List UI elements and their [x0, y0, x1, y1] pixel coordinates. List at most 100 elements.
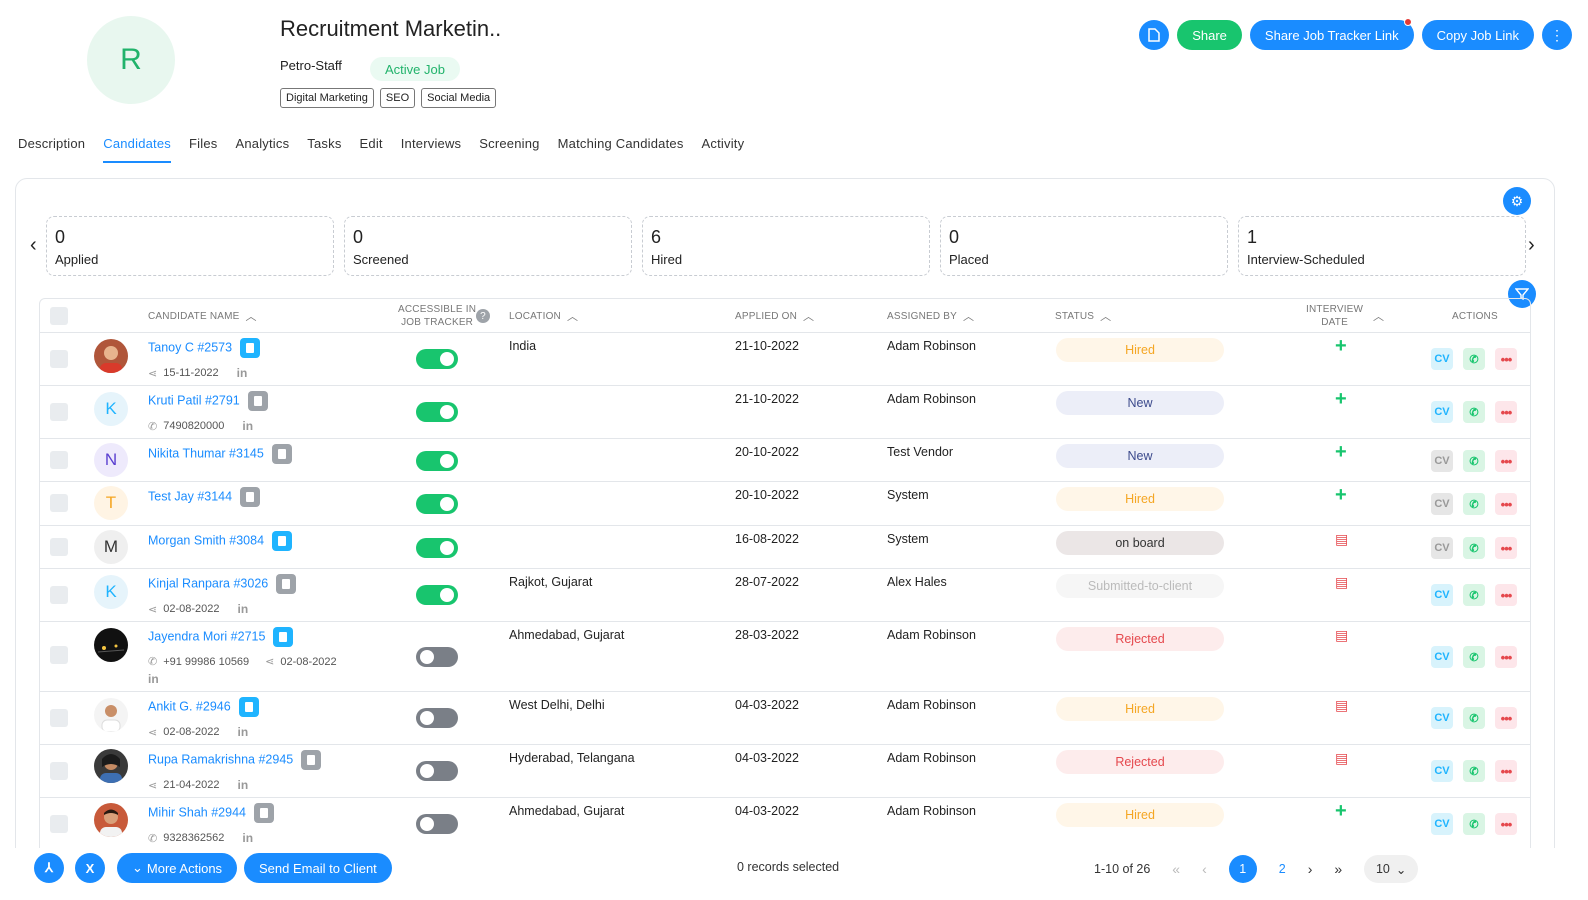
cv-icon[interactable]: CV [1431, 760, 1453, 782]
col-status[interactable]: Status ︿ [1055, 299, 1111, 333]
tracker-toggle[interactable] [416, 647, 458, 667]
linkedin-icon[interactable]: in [242, 831, 253, 845]
status-badge[interactable]: New [1056, 391, 1224, 415]
stat-applied[interactable]: 0 Applied [46, 216, 334, 276]
row-checkbox[interactable] [50, 762, 68, 780]
more-horizontal-icon[interactable]: ••• [1495, 707, 1517, 729]
row-checkbox[interactable] [50, 586, 68, 604]
row-checkbox[interactable] [50, 494, 68, 512]
copy-job-link-button[interactable]: Copy Job Link [1421, 20, 1534, 50]
stat-interview-scheduled[interactable]: 1 Interview-Scheduled [1238, 216, 1526, 276]
tab-activity[interactable]: Activity [702, 136, 745, 163]
tracker-toggle[interactable] [416, 814, 458, 834]
col-interview-date[interactable]: Interview Date [1306, 299, 1363, 333]
calendar-icon[interactable]: ▤ [1335, 627, 1348, 644]
pdf-export-icon[interactable]: ⅄ [34, 853, 64, 883]
add-interview-icon[interactable]: + [1335, 800, 1347, 823]
resume-icon[interactable] [238, 697, 259, 717]
cv-icon[interactable]: CV [1431, 348, 1453, 370]
page-1-button[interactable]: 1 [1228, 855, 1257, 883]
page-2-button[interactable]: 2 [1279, 862, 1286, 876]
tracker-toggle[interactable] [416, 451, 458, 471]
more-horizontal-icon[interactable]: ••• [1495, 450, 1517, 472]
gear-icon[interactable]: ⚙ [1503, 187, 1531, 215]
add-interview-icon[interactable]: + [1335, 335, 1347, 358]
tab-matching-candidates[interactable]: Matching Candidates [558, 136, 684, 163]
tracker-toggle[interactable] [416, 402, 458, 422]
row-checkbox[interactable] [50, 709, 68, 727]
linkedin-icon[interactable]: in [238, 602, 249, 616]
status-badge[interactable]: Hired [1056, 487, 1224, 511]
status-badge[interactable]: Rejected [1056, 750, 1224, 774]
resume-icon[interactable] [271, 444, 292, 464]
phone-icon[interactable]: ✆ [1463, 450, 1485, 472]
stat-screened[interactable]: 0 Screened [344, 216, 632, 276]
send-email-client-button[interactable]: Send Email to Client [244, 853, 392, 883]
status-badge[interactable]: Rejected [1056, 627, 1224, 651]
add-interview-icon[interactable]: + [1335, 388, 1347, 411]
status-badge[interactable]: on board [1056, 531, 1224, 555]
more-horizontal-icon[interactable]: ••• [1495, 348, 1517, 370]
more-horizontal-icon[interactable]: ••• [1495, 646, 1517, 668]
phone-icon[interactable]: ✆ [1463, 537, 1485, 559]
cv-icon[interactable]: CV [1431, 401, 1453, 423]
more-horizontal-icon[interactable]: ••• [1495, 401, 1517, 423]
phone-icon[interactable]: ✆ [1463, 707, 1485, 729]
calendar-icon[interactable]: ▤ [1335, 750, 1348, 767]
tracker-toggle[interactable] [416, 538, 458, 558]
more-horizontal-icon[interactable]: ••• [1495, 813, 1517, 835]
phone-icon[interactable]: ✆ [1463, 760, 1485, 782]
cv-icon[interactable]: CV [1431, 813, 1453, 835]
candidate-name-link[interactable]: Kruti Patil #2791 [148, 393, 240, 407]
help-icon[interactable]: ? [476, 309, 490, 323]
tab-screening[interactable]: Screening [479, 136, 539, 163]
candidate-name-link[interactable]: Test Jay #3144 [148, 489, 232, 503]
cv-icon[interactable]: CV [1431, 450, 1453, 472]
cv-icon[interactable]: CV [1431, 584, 1453, 606]
more-horizontal-icon[interactable]: ••• [1495, 584, 1517, 606]
chevron-right-icon[interactable]: › [1528, 234, 1535, 257]
document-icon[interactable] [1139, 20, 1170, 50]
stat-placed[interactable]: 0 Placed [940, 216, 1228, 276]
tracker-toggle[interactable] [416, 494, 458, 514]
candidate-name-link[interactable]: Mihir Shah #2944 [148, 805, 246, 819]
select-all-checkbox[interactable] [50, 307, 68, 325]
row-checkbox[interactable] [50, 646, 68, 664]
col-candidate-name[interactable]: Candidate Name ︿ [148, 299, 257, 333]
linkedin-icon[interactable]: in [148, 672, 159, 686]
calendar-icon[interactable]: ▤ [1335, 574, 1348, 591]
status-badge[interactable]: Hired [1056, 803, 1224, 827]
more-horizontal-icon[interactable]: ••• [1495, 537, 1517, 559]
first-page-icon[interactable]: « [1172, 861, 1180, 877]
cv-icon[interactable]: CV [1431, 646, 1453, 668]
row-checkbox[interactable] [50, 815, 68, 833]
candidate-name-link[interactable]: Rupa Ramakrishna #2945 [148, 752, 293, 766]
phone-icon[interactable]: ✆ [1463, 348, 1485, 370]
prev-page-icon[interactable]: ‹ [1202, 861, 1207, 877]
phone-icon[interactable]: ✆ [1463, 813, 1485, 835]
cv-icon[interactable]: CV [1431, 537, 1453, 559]
row-checkbox[interactable] [50, 451, 68, 469]
linkedin-icon[interactable]: in [242, 419, 253, 433]
status-badge[interactable]: Hired [1056, 697, 1224, 721]
col-location[interactable]: Location ︿ [509, 299, 578, 333]
last-page-icon[interactable]: » [1334, 861, 1342, 877]
excel-export-icon[interactable]: X [75, 853, 105, 883]
linkedin-icon[interactable]: in [237, 366, 248, 380]
candidate-name-link[interactable]: Nikita Thumar #3145 [148, 446, 264, 460]
stat-hired[interactable]: 6 Hired [642, 216, 930, 276]
share-button[interactable]: Share [1177, 20, 1242, 50]
resume-icon[interactable] [240, 487, 261, 507]
tab-tasks[interactable]: Tasks [307, 136, 341, 163]
tracker-toggle[interactable] [416, 349, 458, 369]
tab-interviews[interactable]: Interviews [401, 136, 462, 163]
row-checkbox[interactable] [50, 538, 68, 556]
resume-icon[interactable] [272, 531, 293, 551]
tab-files[interactable]: Files [189, 136, 217, 163]
candidate-name-link[interactable]: Tanoy C #2573 [148, 340, 232, 354]
tab-description[interactable]: Description [18, 136, 85, 163]
tracker-toggle[interactable] [416, 585, 458, 605]
candidate-name-link[interactable]: Morgan Smith #3084 [148, 533, 264, 547]
add-interview-icon[interactable]: + [1335, 484, 1347, 507]
candidate-name-link[interactable]: Jayendra Mori #2715 [148, 629, 265, 643]
